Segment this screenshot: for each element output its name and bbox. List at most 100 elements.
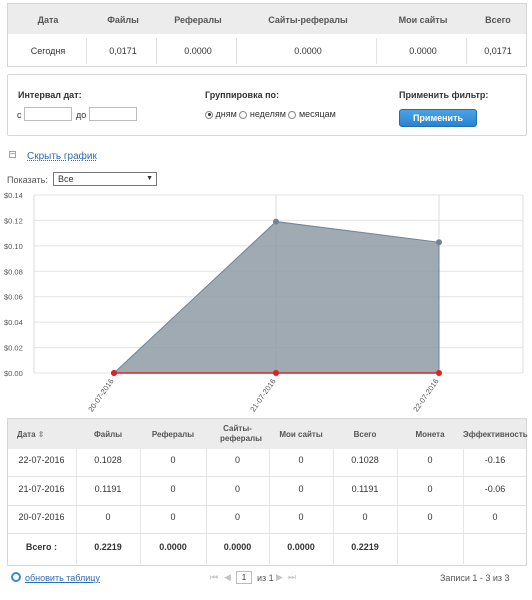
- show-selected-value: Все: [58, 174, 74, 184]
- totals-cell: 0.0000: [223, 542, 252, 552]
- summary-date-value: Сегодня: [30, 46, 66, 56]
- totals-cell: 0.2219: [94, 542, 122, 552]
- records-count: Записи 1 - 3 из 3: [440, 573, 510, 583]
- table-cell: 0: [298, 484, 304, 494]
- summary-col-my-sites: Мои сайты: [398, 15, 448, 25]
- summary-col-total: Всего: [485, 15, 511, 25]
- column-separator: [463, 448, 464, 564]
- totals-label: Всего :: [25, 542, 58, 552]
- date-from-input[interactable]: [24, 107, 72, 121]
- dropdown-arrow-icon: ▼: [146, 175, 153, 182]
- table-cell: 0: [234, 455, 240, 465]
- y-tick-labels: $0.14 $0.12 $0.10 $0.08 $0.06 $0.04 $0.02 $0.00: [4, 191, 23, 378]
- row-separator: [8, 505, 526, 506]
- page-of-label: из 1: [257, 573, 274, 583]
- next-page-icon[interactable]: ▶: [276, 572, 283, 583]
- data-point: [436, 239, 442, 246]
- page-input[interactable]: 1: [236, 571, 252, 584]
- totals-cell: 0.2219: [351, 542, 379, 552]
- interval-label: Интервал дат:: [18, 90, 82, 100]
- y-tick-label: $0.06: [4, 293, 23, 302]
- column-separator: [397, 448, 398, 564]
- date-to-input[interactable]: [89, 107, 137, 121]
- table-cell: 0: [170, 484, 176, 494]
- group-day-option[interactable]: дням: [205, 109, 237, 119]
- x-tick-label: 22-07-2016: [411, 377, 440, 414]
- group-week-option[interactable]: неделям: [239, 109, 286, 119]
- group-day-label: дням: [215, 109, 237, 119]
- minus-icon[interactable]: –: [9, 150, 16, 158]
- table-header-cell: Сайты-рефералы: [220, 424, 262, 443]
- from-label: с: [17, 110, 22, 120]
- y-tick-label: $0.00: [4, 369, 23, 378]
- group-month-label: месяцам: [298, 109, 336, 119]
- group-week-label: неделям: [249, 109, 286, 119]
- table-header-cell: Мои сайты: [279, 430, 323, 439]
- table-cell: 0: [170, 455, 176, 465]
- radio-month[interactable]: [288, 110, 297, 119]
- last-page-icon[interactable]: ⏭: [288, 572, 296, 583]
- summary-col-referrals: Рефералы: [174, 15, 222, 25]
- summary-col-date: Дата: [37, 15, 59, 25]
- table-row-date: 22-07-2016: [18, 455, 65, 465]
- data-point: [273, 218, 279, 225]
- y-tick-label: $0.10: [4, 242, 23, 251]
- table-cell: 0.1191: [351, 484, 379, 494]
- table-header-cell[interactable]: Дата ⇕: [17, 430, 57, 439]
- table-cell: 0: [234, 512, 240, 522]
- table-cell: 0: [427, 484, 433, 494]
- summary-ref-sites-value: 0.0000: [294, 46, 322, 56]
- apply-button[interactable]: Применить: [399, 109, 477, 127]
- table-cell: 0: [492, 512, 498, 522]
- show-label: Показать:: [7, 175, 48, 185]
- first-page-icon[interactable]: ⏮: [210, 572, 218, 583]
- x-tick-label: 20-07-2016: [86, 377, 115, 414]
- summary-files-value: 0,0171: [109, 46, 137, 56]
- y-tick-label: $0.14: [4, 191, 23, 200]
- y-tick-label: $0.02: [4, 344, 23, 353]
- refresh-icon[interactable]: [11, 572, 21, 582]
- table-cell: 0: [427, 455, 433, 465]
- earnings-area: [112, 221, 440, 374]
- table-cell: 0.1028: [351, 455, 379, 465]
- y-tick-label: $0.12: [4, 216, 23, 225]
- summary-total-value: 0,0171: [484, 46, 512, 56]
- summary-col-ref-sites: Сайты-рефералы: [268, 15, 348, 25]
- zero-point: [273, 370, 279, 376]
- table-header-cell: Монета: [415, 430, 445, 439]
- grouping-options: дням неделям месяцам: [205, 109, 336, 119]
- table-row-date: 21-07-2016: [18, 484, 65, 494]
- table-cell: 0: [105, 512, 111, 522]
- radio-week[interactable]: [239, 110, 248, 119]
- zero-point: [436, 370, 442, 376]
- row-separator: [8, 476, 526, 477]
- summary-table: Дата Файлы Рефералы Сайты-рефералы Мои с…: [7, 3, 527, 67]
- radio-day[interactable]: [205, 110, 213, 119]
- table-cell: 0: [298, 512, 304, 522]
- table-cell: 0: [170, 512, 176, 522]
- show-select[interactable]: Все ▼: [53, 172, 157, 186]
- totals-cell: 0.0000: [287, 542, 315, 552]
- sort-icon[interactable]: ⇕: [36, 430, 45, 439]
- table-cell: 0.1191: [94, 484, 122, 494]
- row-separator: [8, 533, 526, 534]
- hide-chart-link[interactable]: Скрыть график: [27, 151, 97, 162]
- table-header-cell: Всего: [353, 430, 377, 439]
- table-header-cell: Эффективность: [463, 430, 528, 439]
- refresh-table-link[interactable]: обновить таблицу: [25, 573, 100, 583]
- table-header-cell: Рефералы: [151, 430, 195, 439]
- group-month-option[interactable]: месяцам: [288, 109, 336, 119]
- table-cell: 0: [298, 455, 304, 465]
- zero-point: [111, 370, 117, 376]
- table-header-cell: Файлы: [93, 430, 123, 439]
- totals-cell: 0.0000: [159, 542, 187, 552]
- y-tick-label: $0.08: [4, 267, 23, 276]
- table-cell: -0.06: [484, 484, 506, 494]
- table-cell: 0.1028: [94, 455, 122, 465]
- earnings-chart: $0.14 $0.12 $0.10 $0.08 $0.06 $0.04 $0.02 $0.00…: [4, 191, 524, 414]
- prev-page-icon[interactable]: ◀: [224, 572, 231, 583]
- table-cell: 0: [427, 512, 433, 522]
- x-tick-label: 21-07-2016: [248, 377, 277, 414]
- summary-col-files: Файлы: [107, 15, 139, 25]
- summary-referrals-value: 0.0000: [184, 46, 212, 56]
